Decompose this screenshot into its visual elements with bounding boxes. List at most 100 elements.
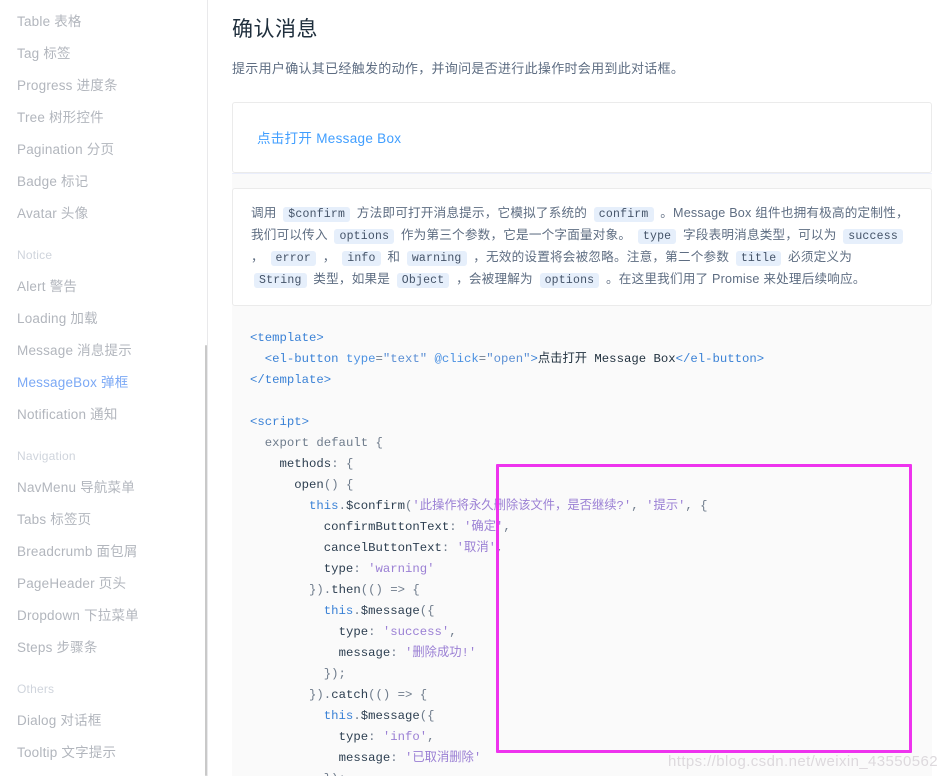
sidebar-item[interactable]: Tooltip 文字提示: [17, 737, 208, 769]
code-line: this.$confirm('此操作将永久删除该文件，是否继续?', '提示',…: [250, 499, 708, 513]
code-token: :: [441, 541, 457, 555]
code-token: confirmButtonText: [323, 520, 450, 534]
code-line: export default {: [250, 436, 383, 450]
sidebar-item[interactable]: Table 表格: [17, 6, 208, 38]
code-token: .: [353, 604, 361, 618]
code-token: :: [390, 751, 405, 765]
code-token: 'success': [382, 625, 450, 639]
sidebar: Table 表格 Tag 标签 Progress 进度条 Tree 树形控件 Pagin…: [0, 0, 208, 776]
sidebar-item[interactable]: Alert 警告: [17, 271, 208, 303]
code-token: });: [324, 772, 346, 776]
code-token: message: [338, 646, 391, 660]
code-line: methods: {: [250, 457, 354, 471]
code-token: type: [338, 730, 369, 744]
code-token: type: [338, 352, 376, 366]
sidebar-item[interactable]: Progress 进度条: [17, 70, 208, 102]
code-token: }).: [309, 583, 332, 597]
code-token: <el-button: [264, 352, 339, 366]
page-title: 确认消息: [232, 18, 318, 41]
code-line: type: 'info',: [250, 730, 435, 744]
inline-code: info: [342, 251, 381, 266]
sidebar-item[interactable]: Popover 弹出框: [17, 769, 208, 776]
sidebar-item[interactable]: Tag 标签: [17, 38, 208, 70]
code-token: :: [390, 646, 405, 660]
sidebar-scrollbar-thumb[interactable]: [205, 345, 207, 776]
code-token: cancelButtonText: [323, 541, 442, 555]
code-token: ,: [503, 520, 511, 534]
sidebar-item[interactable]: Dialog 对话框: [17, 705, 208, 737]
sidebar-item[interactable]: Loading 加载: [17, 303, 208, 335]
code-token: "open": [486, 352, 531, 366]
code-block: <template> <el-button type="text" @click…: [232, 316, 932, 776]
code-token: type: [323, 562, 354, 576]
inline-code: error: [270, 251, 317, 266]
code-token: '删除成功!': [404, 646, 477, 660]
code-token: ,: [496, 541, 504, 555]
code-line: });: [250, 667, 346, 681]
sidebar-item[interactable]: Tree 树形控件: [17, 102, 208, 134]
code-token: <script>: [250, 415, 310, 429]
code-token: :: [449, 520, 465, 534]
code-token: >: [530, 352, 538, 366]
code-token: this: [323, 604, 354, 618]
code-line: open() {: [250, 478, 353, 492]
page-root: Table 表格 Tag 标签 Progress 进度条 Tree 树形控件 Pagin…: [0, 0, 940, 776]
sidebar-item[interactable]: Breadcrumb 面包屑: [17, 536, 208, 568]
demo-block: 点击打开 Message Box: [232, 102, 932, 173]
sidebar-item[interactable]: Tabs 标签页: [17, 504, 208, 536]
inline-code: success: [843, 229, 903, 244]
code-line: }).then(() => {: [250, 583, 420, 597]
code-token: :: [353, 562, 369, 576]
sidebar-item[interactable]: PageHeader 页头: [17, 568, 208, 600]
inline-code: String: [254, 273, 307, 288]
main-inner: 确认消息 提示用户确认其已经触发的动作，并询问是否进行此操作时会用到此对话框。 …: [208, 0, 940, 776]
code-token: ,: [427, 730, 435, 744]
code-token: $confirm: [345, 499, 406, 513]
code-token: : {: [331, 457, 354, 471]
sidebar-item[interactable]: NavMenu 导航菜单: [17, 472, 208, 504]
sidebar-item[interactable]: Avatar 头像: [17, 198, 208, 230]
sidebar-item[interactable]: Steps 步骤条: [17, 632, 208, 664]
inline-code: Object: [396, 273, 450, 288]
demo-source: 点击打开 Message Box: [233, 103, 931, 172]
code-token: (() => {: [368, 688, 428, 702]
sidebar-item[interactable]: Pagination 分页: [17, 134, 208, 166]
inline-code: warning: [406, 251, 467, 266]
code-token: :: [368, 625, 383, 639]
code-token: @click: [427, 352, 479, 366]
code-token: }).: [309, 688, 332, 702]
sidebar-item[interactable]: MessageBox 弹框: [17, 367, 208, 399]
sidebar-item[interactable]: Message 消息提示: [17, 335, 208, 367]
code-token: .: [353, 709, 361, 723]
code-token: {: [368, 436, 383, 450]
code-token: 'info': [382, 730, 428, 744]
sidebar-item[interactable]: Notification 通知: [17, 399, 208, 431]
inline-code: $confirm: [283, 207, 351, 222]
code-line: <script>: [250, 415, 309, 429]
code-token: '提示': [646, 499, 686, 513]
code-line: <template>: [250, 331, 324, 345]
inline-code: options: [539, 273, 600, 288]
code-token: });: [323, 667, 346, 681]
inline-code: type: [637, 229, 677, 244]
sidebar-group-label: Others: [17, 682, 55, 696]
sidebar-item[interactable]: Dropdown 下拉菜单: [17, 600, 208, 632]
code-token: catch: [331, 688, 369, 702]
code-token: '确定': [464, 520, 504, 534]
open-message-box-button[interactable]: 点击打开 Message Box: [257, 127, 401, 147]
code-line: this.$message({: [250, 709, 435, 723]
code-token: <template>: [250, 331, 324, 345]
code-token: 点击打开 Message Box: [537, 352, 676, 366]
sidebar-item[interactable]: Badge 标记: [17, 166, 208, 198]
